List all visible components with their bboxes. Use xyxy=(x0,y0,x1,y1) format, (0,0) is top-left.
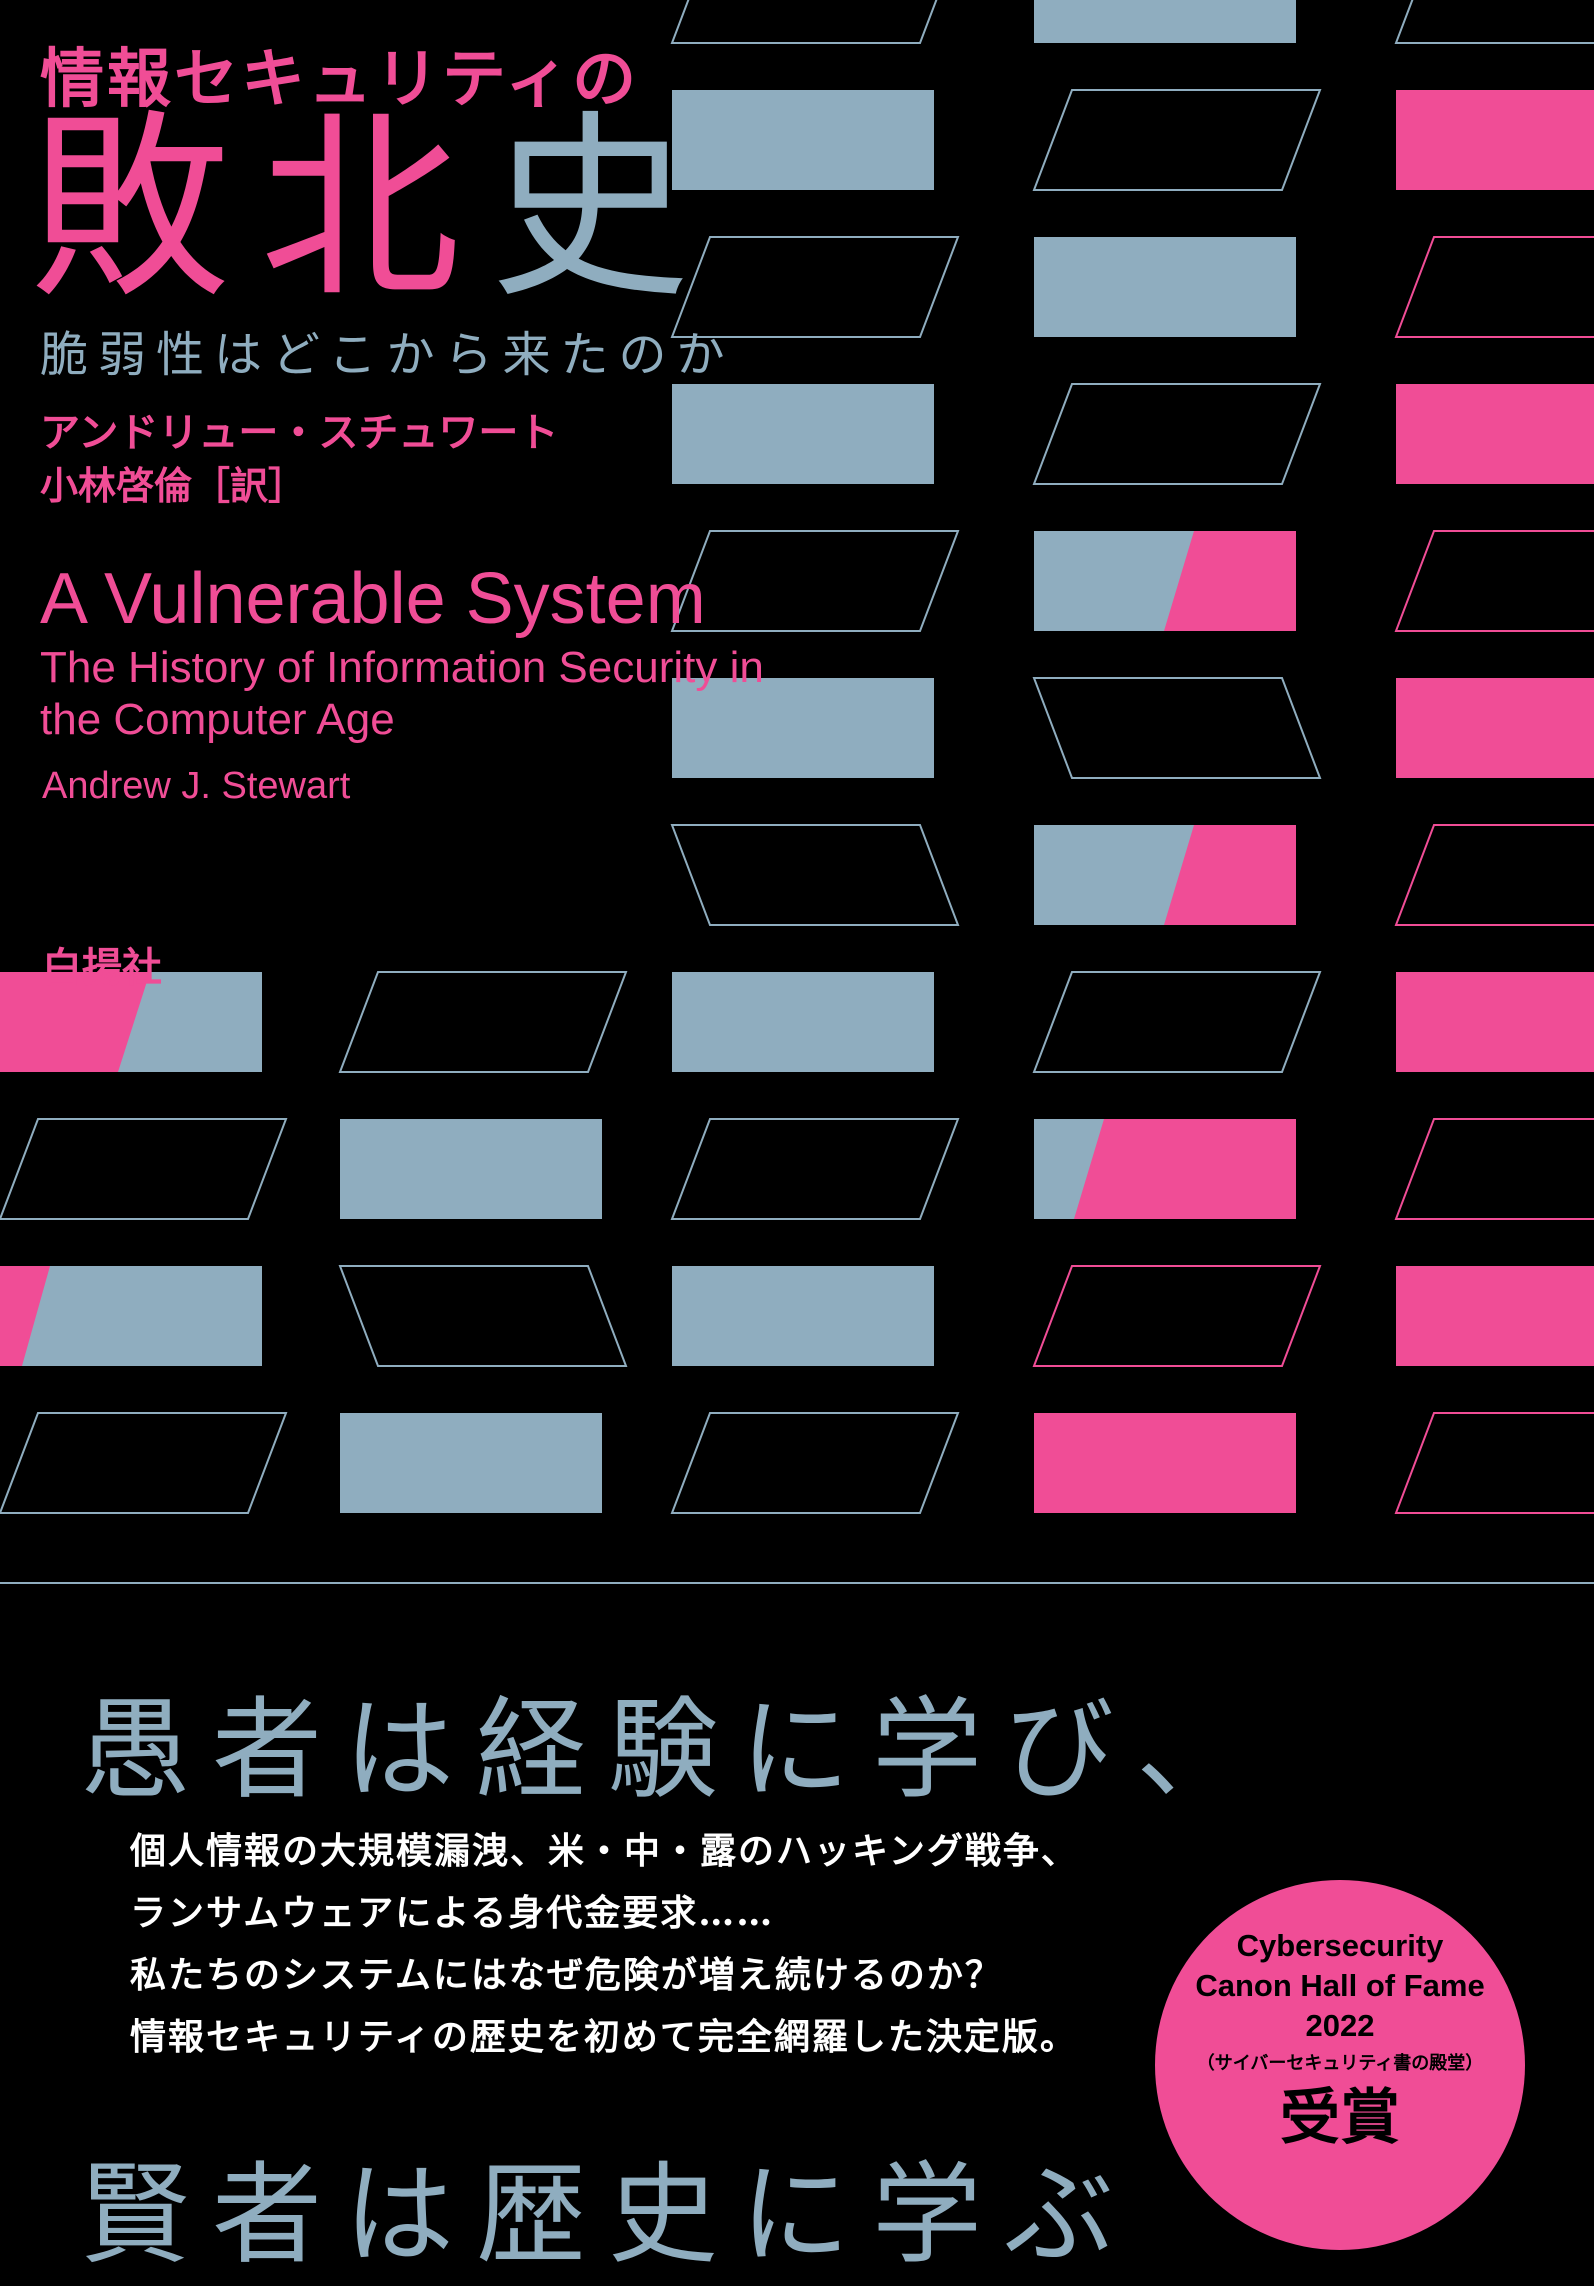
badge-line-1: Cybersecurity xyxy=(1236,1928,1444,1963)
pattern-shape xyxy=(670,824,960,926)
blurb-line-2: ランサムウェアによる身代金要求…… xyxy=(130,1892,775,1934)
pattern-shape xyxy=(340,1413,602,1513)
pattern-shape xyxy=(1034,0,1296,43)
pattern-shape xyxy=(672,384,934,484)
pattern-shape xyxy=(1034,1413,1296,1513)
pattern-shape xyxy=(670,0,938,44)
pattern-shape xyxy=(1396,678,1594,778)
title-char-1: 敗 xyxy=(30,93,261,326)
publisher-name: 白揚社 xyxy=(42,945,162,991)
tagline-line-1: 愚者は経験に学び、 xyxy=(80,1686,1268,1814)
tagline-line-2: 賢者は歴史に学ぶ xyxy=(80,2151,1136,2279)
book-title: 敗北史 xyxy=(30,110,720,310)
badge-line-5: 受賞 xyxy=(1280,2083,1400,2153)
pattern-shape xyxy=(0,1118,288,1220)
pattern-shape xyxy=(1032,89,1322,191)
pattern-shape xyxy=(1396,1266,1594,1366)
pattern-shape xyxy=(1394,824,1594,926)
pattern-shape xyxy=(670,1412,960,1514)
title-char-2: 北 xyxy=(260,93,491,326)
pattern-shape xyxy=(1032,971,1322,1073)
pattern-shape xyxy=(1394,1412,1594,1514)
pattern-shape xyxy=(1396,90,1594,190)
title-en: A Vulnerable System xyxy=(40,559,706,639)
blurb-line-1: 個人情報の大規模漏洩、米・中・露のハッキング戦争、 xyxy=(130,1830,1079,1872)
translator-name: 小林啓倫［訳］ xyxy=(40,464,307,508)
author-name-jp: アンドリュー・スチュワート xyxy=(40,410,559,456)
pattern-shape xyxy=(1032,383,1322,485)
pattern-shape xyxy=(1396,972,1594,1072)
badge-line-3: 2022 xyxy=(1305,2008,1375,2043)
pattern-shape xyxy=(1394,530,1594,632)
pattern-shape xyxy=(340,1119,602,1219)
pattern-shape xyxy=(672,972,934,1072)
pattern-shape xyxy=(670,530,960,632)
subtitle-en: The History of Information Security in t… xyxy=(40,643,764,744)
blurb-line-3: 私たちのシステムにはなぜ危険が増え続けるのか？ xyxy=(130,1954,1003,1996)
pattern-shape xyxy=(1034,237,1296,337)
blurb: 個人情報の大規模漏洩、米・中・露のハッキング戦争、 ランサムウェアによる身代金要… xyxy=(130,1820,1079,2068)
pattern-shape xyxy=(1032,1265,1322,1367)
author-name-en: Andrew J. Stewart xyxy=(42,765,351,807)
pattern-shape xyxy=(1396,384,1594,484)
title-char-3: 史 xyxy=(490,93,721,326)
badge-line-4: （サイバーセキュリティ書の殿堂） xyxy=(1196,2053,1484,2073)
badge-line-2: Canon Hall of Fame xyxy=(1195,1968,1485,2003)
pattern-shape xyxy=(670,1118,960,1220)
blurb-line-4: 情報セキュリティの歴史を初めて完全網羅した決定版。 xyxy=(130,2016,1078,2058)
pattern-shape xyxy=(338,1265,628,1367)
pattern-shape xyxy=(1394,0,1594,44)
divider-line xyxy=(0,1582,1594,1584)
pattern-shape xyxy=(0,1412,288,1514)
pattern-shape xyxy=(338,971,628,1073)
pattern-shape xyxy=(672,1266,934,1366)
pattern-shape xyxy=(1032,677,1322,779)
book-subtitle: 脆弱性はどこから来たのか xyxy=(40,327,735,383)
pattern-shape xyxy=(1394,1118,1594,1220)
pattern-shape xyxy=(1394,236,1594,338)
award-badge: Cybersecurity Canon Hall of Fame 2022 （サ… xyxy=(1155,1880,1525,2250)
